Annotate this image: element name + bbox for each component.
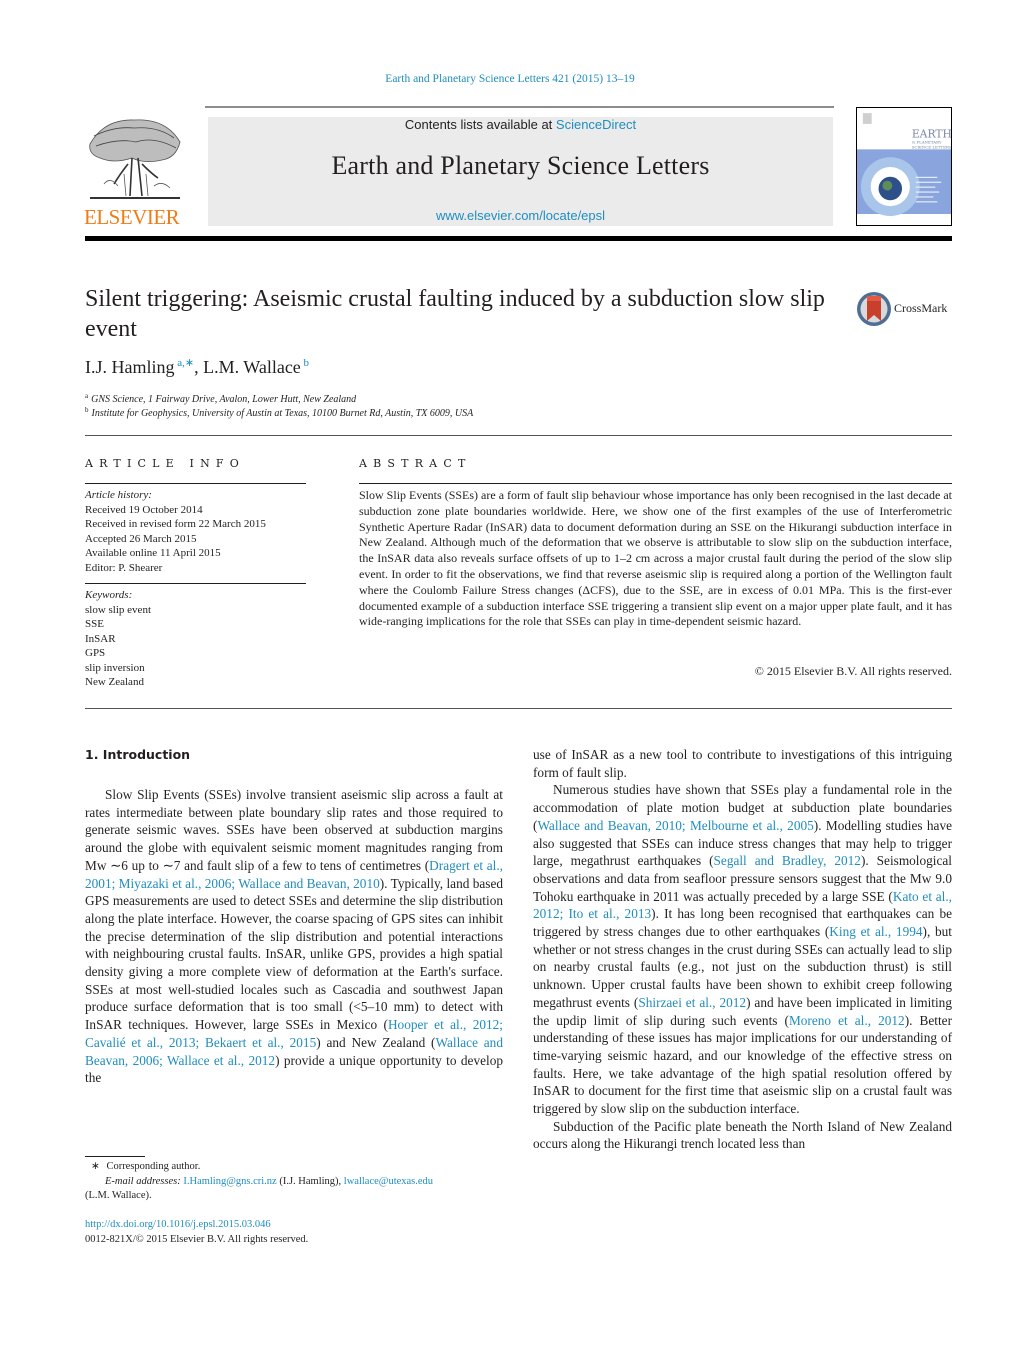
journal-title: Earth and Planetary Science Letters: [331, 151, 710, 180]
email-link-wallace[interactable]: lwallace@utexas.edu: [344, 1176, 433, 1187]
body-text: ). Typically, land based GPS measurement…: [85, 875, 503, 1033]
footnote-rule: [85, 1156, 145, 1157]
page-footer: http://dx.doi.org/10.1016/j.epsl.2015.03…: [85, 1218, 505, 1247]
keyword: GPS: [85, 647, 106, 659]
journal-cover-icon: EARTH & PLANETARY SCIENCE LETTERS: [857, 108, 951, 225]
keyword: InSAR: [85, 632, 116, 645]
body-column-left: Slow Slip Events (SSEs) involve transien…: [85, 786, 503, 1087]
footnote-star: ∗: [91, 1161, 100, 1172]
body-text: ). Better understanding of these issues …: [533, 1012, 952, 1117]
journal-cover-thumbnail[interactable]: EARTH & PLANETARY SCIENCE LETTERS: [856, 107, 952, 226]
abstract-text: Slow Slip Events (SSEs) are a form of fa…: [359, 488, 952, 629]
affiliation-text: GNS Science, 1 Fairway Drive, Avalon, Lo…: [91, 394, 357, 405]
affiliation-key: a: [85, 392, 89, 400]
keywords-rule: [85, 583, 306, 584]
abstract-heading: ABSTRACT: [359, 457, 472, 470]
author-separator: ,: [194, 357, 204, 377]
history-accepted: Accepted 26 March 2015: [85, 532, 197, 545]
body-paragraph: Subduction of the Pacific plate beneath …: [533, 1118, 952, 1153]
section-heading-introduction: 1. Introduction: [85, 747, 191, 762]
corresponding-author-note: Corresponding author.: [106, 1161, 201, 1172]
masthead-bottom-rule: [85, 236, 952, 241]
history-online: Available online 11 April 2015: [85, 547, 221, 559]
article-info-rule: [85, 483, 306, 484]
journal-url-link[interactable]: www.elsevier.com/locate/epsl: [208, 208, 833, 223]
affiliation-a: a GNS Science, 1 Fairway Drive, Avalon, L…: [85, 392, 356, 405]
author-affiliation-marker[interactable]: b: [304, 357, 310, 369]
elsevier-tree-icon: [89, 119, 181, 199]
affiliation-text: Institute for Geophysics, University of …: [91, 408, 474, 419]
author-list: I.J. Hamling a,∗, L.M. Wallace b: [85, 356, 309, 378]
keywords-label: Keywords:: [85, 589, 133, 601]
body-column-right: use of InSAR as a new tool to contribute…: [533, 746, 952, 1153]
journal-masthead: Contents lists available at ScienceDirec…: [208, 117, 833, 226]
body-text: Subduction of the Pacific plate beneath …: [533, 1118, 952, 1152]
abstract-bottom-rule: [85, 708, 952, 709]
elsevier-wordmark: ELSEVIER: [84, 205, 180, 229]
affiliation-key: b: [85, 406, 89, 414]
email-owner: (L.M. Wallace).: [85, 1190, 152, 1201]
doi-link[interactable]: http://dx.doi.org/10.1016/j.epsl.2015.03…: [85, 1218, 505, 1233]
history-revised: Received in revised form 22 March 2015: [85, 518, 266, 530]
footnotes: ∗ Corresponding author. E-mail addresses…: [85, 1160, 505, 1204]
body-text: ) and New Zealand (: [316, 1034, 436, 1050]
body-paragraph: Slow Slip Events (SSEs) involve transien…: [85, 786, 503, 1087]
keyword: slip inversion: [85, 661, 145, 674]
email-owner: (I.J. Hamling),: [276, 1175, 344, 1187]
citation-link[interactable]: Moreno et al., 2012: [789, 1013, 905, 1028]
body-paragraph: Numerous studies have shown that SSEs pl…: [533, 781, 952, 1117]
issn-copyright: 0012-821X/© 2015 Elsevier B.V. All right…: [85, 1233, 309, 1245]
history-editor: Editor: P. Shearer: [85, 561, 163, 574]
crossmark-badge[interactable]: CrossMark: [856, 291, 956, 329]
body-paragraph: use of InSAR as a new tool to contribute…: [533, 746, 952, 781]
article-title: Silent triggering: Aseismic crustal faul…: [85, 286, 825, 342]
body-text: use of InSAR as a new tool to contribute…: [533, 747, 952, 780]
keywords: Keywords: slow slip event SSE InSAR GPS …: [85, 588, 310, 690]
crossmark-label: CrossMark: [894, 301, 948, 315]
keyword: SSE: [85, 618, 104, 630]
author-affiliation-marker[interactable]: a,∗: [177, 357, 194, 369]
abstract-rule: [359, 483, 952, 484]
cover-title-line-3: SCIENCE LETTERS: [912, 144, 951, 149]
citation-link[interactable]: Wallace and Beavan, 2010; Melbourne et a…: [537, 818, 813, 833]
sciencedirect-link[interactable]: ScienceDirect: [556, 117, 636, 132]
elsevier-logo[interactable]: ELSEVIER: [84, 114, 184, 228]
author-name[interactable]: L.M. Wallace: [203, 357, 301, 377]
keyword: New Zealand: [85, 676, 144, 688]
history-label: Article history:: [85, 489, 152, 501]
email-link-hamling[interactable]: I.Hamling@gns.cri.nz: [183, 1176, 276, 1187]
email-label: E-mail addresses:: [105, 1175, 181, 1187]
history-received: Received 19 October 2014: [85, 503, 203, 516]
citation-link[interactable]: King et al., 1994: [829, 924, 922, 939]
contents-availability: Contents lists available at ScienceDirec…: [208, 117, 833, 132]
contents-prefix: Contents lists available at: [404, 117, 556, 132]
abstract-copyright: © 2015 Elsevier B.V. All rights reserved…: [754, 664, 952, 678]
crossmark-icon: [857, 292, 891, 326]
citation-link[interactable]: Shirzaei et al., 2012: [638, 995, 746, 1010]
title-block-rule: [85, 435, 952, 436]
masthead-top-rule: [205, 106, 834, 108]
citation-link[interactable]: Segall and Bradley, 2012: [714, 853, 861, 868]
article-history: Article history: Received 19 October 201…: [85, 488, 310, 575]
author-name[interactable]: I.J. Hamling: [85, 357, 175, 377]
article-info-heading: ARTICLE INFO: [85, 457, 245, 470]
affiliation-b: b Institute for Geophysics, University of…: [85, 406, 473, 419]
running-header[interactable]: Earth and Planetary Science Letters 421 …: [0, 73, 1020, 85]
keyword: slow slip event: [85, 603, 151, 616]
